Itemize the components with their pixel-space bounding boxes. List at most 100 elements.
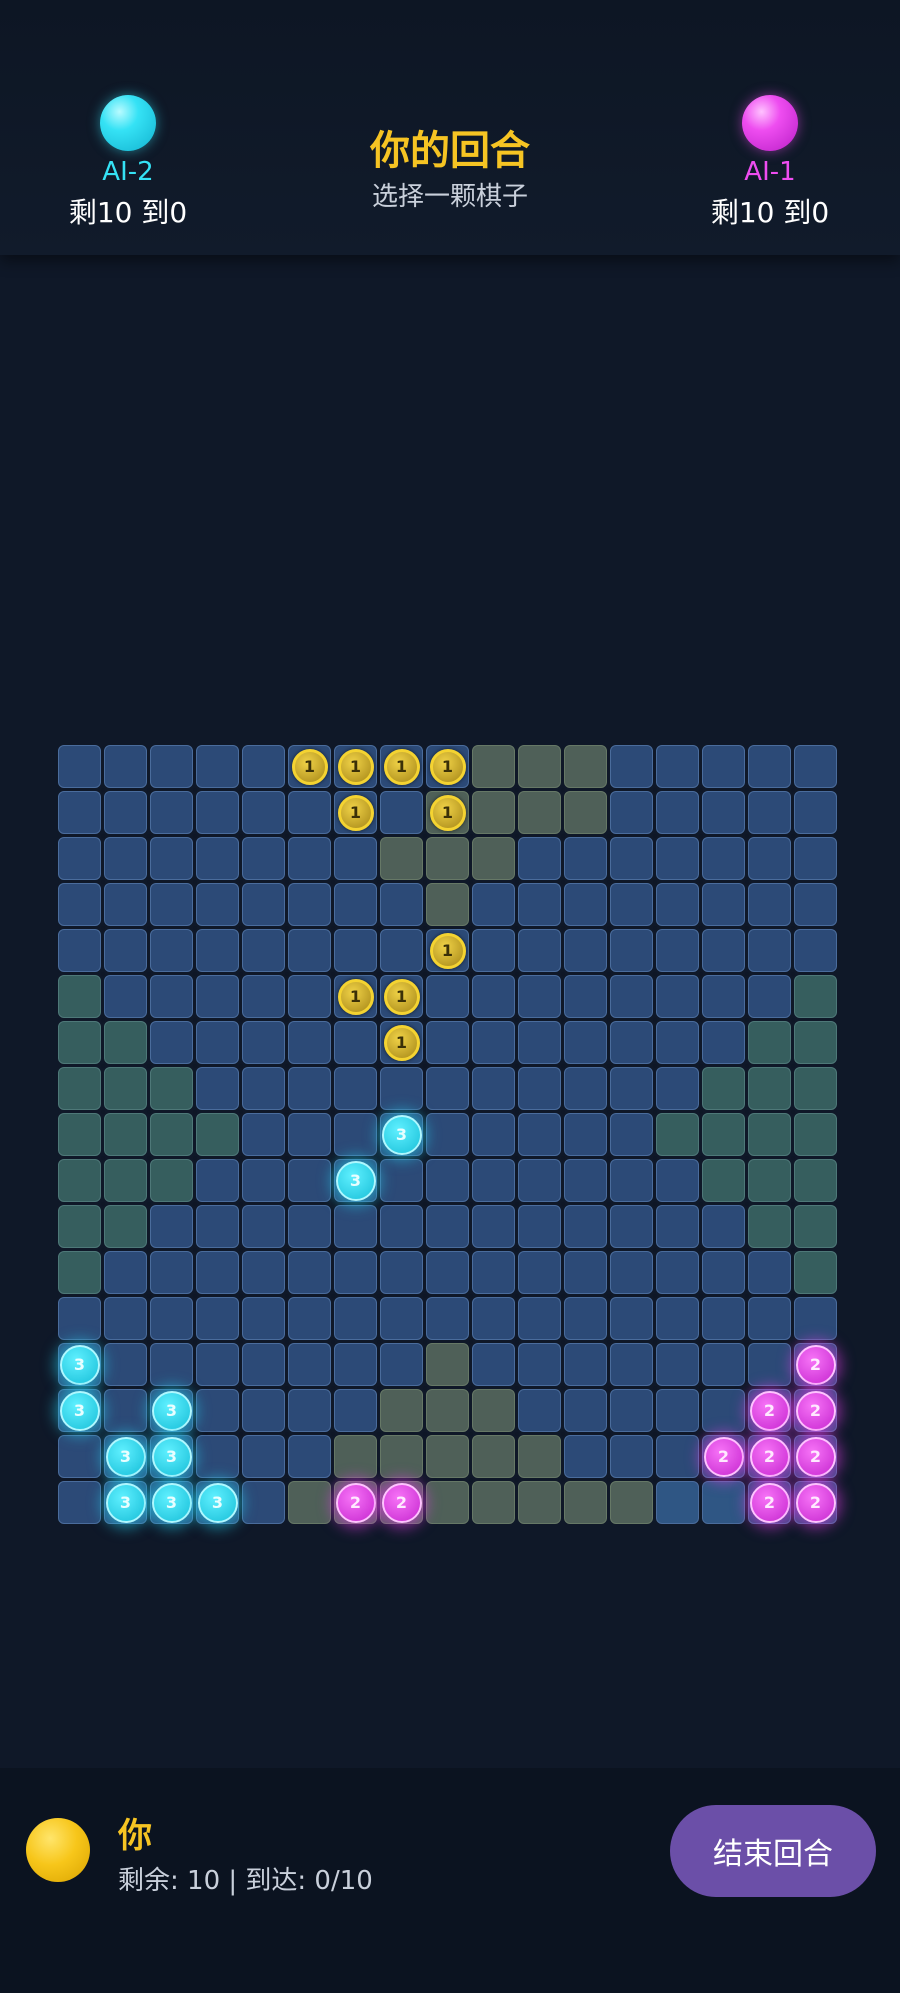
board-cell[interactable] — [150, 1297, 193, 1340]
board-cell[interactable] — [380, 883, 423, 926]
board-cell[interactable] — [334, 1067, 377, 1110]
board-cell[interactable] — [426, 883, 469, 926]
board-cell[interactable] — [426, 1067, 469, 1110]
board-cell[interactable] — [196, 745, 239, 788]
board-cell[interactable] — [288, 1067, 331, 1110]
board-cell[interactable] — [564, 1481, 607, 1524]
board-cell[interactable] — [242, 1113, 285, 1156]
board-cell[interactable] — [518, 883, 561, 926]
board-cell[interactable] — [242, 1481, 285, 1524]
board-cell[interactable] — [150, 1343, 193, 1386]
board-cell[interactable] — [472, 975, 515, 1018]
board-cell[interactable] — [564, 1343, 607, 1386]
board-cell[interactable] — [426, 1113, 469, 1156]
board-cell[interactable] — [150, 1067, 193, 1110]
board-cell[interactable] — [288, 1113, 331, 1156]
board-cell[interactable] — [702, 837, 745, 880]
board-cell[interactable] — [748, 1251, 791, 1294]
board-cell[interactable] — [656, 791, 699, 834]
board-cell[interactable] — [794, 1067, 837, 1110]
board-cell[interactable] — [656, 1297, 699, 1340]
board-cell[interactable] — [702, 1481, 745, 1524]
board-cell[interactable] — [196, 1159, 239, 1202]
board-cell[interactable] — [150, 883, 193, 926]
board-cell[interactable] — [426, 1343, 469, 1386]
board-cell[interactable] — [610, 1343, 653, 1386]
player-piece[interactable]: 1 — [383, 1024, 420, 1061]
board-cell[interactable] — [334, 1205, 377, 1248]
board-cell[interactable] — [472, 1021, 515, 1064]
board-cell[interactable] — [150, 1159, 193, 1202]
player-piece[interactable]: 1 — [429, 794, 466, 831]
board-cell[interactable] — [702, 883, 745, 926]
board-cell[interactable] — [58, 1251, 101, 1294]
board-cell[interactable] — [150, 837, 193, 880]
board-cell[interactable] — [242, 791, 285, 834]
board-cell[interactable] — [104, 1297, 147, 1340]
player-piece[interactable]: 1 — [383, 978, 420, 1015]
board-cell[interactable] — [242, 1021, 285, 1064]
board-cell[interactable] — [702, 791, 745, 834]
board-cell[interactable] — [518, 929, 561, 972]
board-cell[interactable] — [564, 883, 607, 926]
board-cell[interactable] — [610, 929, 653, 972]
board-cell[interactable] — [610, 1251, 653, 1294]
board-cell[interactable] — [196, 1297, 239, 1340]
board-cell[interactable] — [656, 745, 699, 788]
board-cell[interactable] — [656, 1205, 699, 1248]
board-cell[interactable] — [564, 929, 607, 972]
board-cell[interactable] — [518, 1481, 561, 1524]
player-piece[interactable]: 1 — [337, 748, 374, 785]
board-cell[interactable] — [564, 837, 607, 880]
board-cell[interactable] — [288, 1297, 331, 1340]
board-cell[interactable] — [380, 791, 423, 834]
board-cell[interactable] — [104, 745, 147, 788]
board-cell[interactable] — [610, 1297, 653, 1340]
board-cell[interactable] — [58, 883, 101, 926]
board-cell[interactable] — [794, 1159, 837, 1202]
board-cell[interactable] — [702, 1205, 745, 1248]
board-cell[interactable] — [380, 1389, 423, 1432]
board-cell[interactable] — [794, 1021, 837, 1064]
board-cell[interactable] — [426, 1389, 469, 1432]
board-cell[interactable] — [196, 929, 239, 972]
board-cell[interactable] — [702, 1113, 745, 1156]
board-cell[interactable] — [242, 745, 285, 788]
board-cell[interactable] — [104, 1389, 147, 1432]
board-cell[interactable] — [518, 837, 561, 880]
board-cell[interactable] — [564, 1297, 607, 1340]
player-piece[interactable]: 1 — [429, 748, 466, 785]
board-cell[interactable] — [242, 1435, 285, 1478]
board-cell[interactable] — [242, 1297, 285, 1340]
board-cell[interactable] — [58, 1113, 101, 1156]
board-cell[interactable] — [58, 837, 101, 880]
board-cell[interactable] — [380, 1297, 423, 1340]
board-cell[interactable] — [242, 1067, 285, 1110]
board-cell[interactable] — [656, 1251, 699, 1294]
board-cell[interactable] — [748, 975, 791, 1018]
board-cell[interactable] — [334, 1113, 377, 1156]
board-cell[interactable] — [196, 1021, 239, 1064]
player-piece[interactable]: 1 — [383, 748, 420, 785]
board-cell[interactable] — [656, 1021, 699, 1064]
board-cell[interactable] — [334, 1021, 377, 1064]
board-cell[interactable] — [610, 1021, 653, 1064]
board-cell[interactable] — [794, 929, 837, 972]
board-cell[interactable] — [104, 1067, 147, 1110]
board-cell[interactable] — [472, 791, 515, 834]
board-cell[interactable] — [610, 837, 653, 880]
board-cell[interactable] — [380, 1205, 423, 1248]
board-cell[interactable] — [196, 1067, 239, 1110]
board-cell[interactable] — [794, 1297, 837, 1340]
board-cell[interactable] — [58, 791, 101, 834]
board-cell[interactable] — [610, 745, 653, 788]
board-cell[interactable] — [656, 1343, 699, 1386]
board-cell[interactable] — [104, 1159, 147, 1202]
board-cell[interactable] — [748, 1067, 791, 1110]
board-cell[interactable] — [150, 975, 193, 1018]
board-cell[interactable] — [104, 1251, 147, 1294]
board-cell[interactable] — [380, 1159, 423, 1202]
board-cell[interactable] — [702, 1159, 745, 1202]
board-cell[interactable] — [610, 1389, 653, 1432]
board-cell[interactable] — [748, 1021, 791, 1064]
